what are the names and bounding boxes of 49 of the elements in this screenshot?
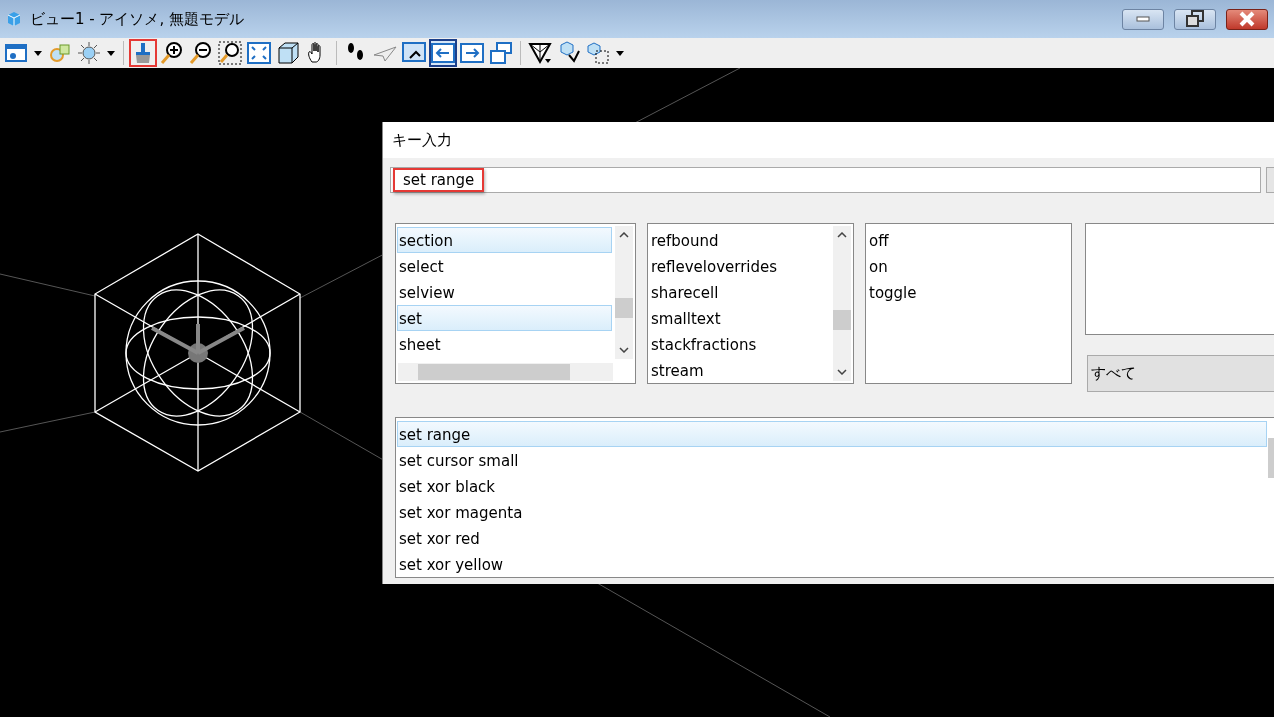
restore-icon [1185,10,1205,28]
scrollbar[interactable] [398,363,613,381]
list-item[interactable]: set xor red [397,525,1267,551]
scrollbar[interactable] [615,226,633,359]
scrollbar[interactable] [833,226,851,381]
list-item[interactable]: set range [397,421,1267,447]
list-item[interactable]: sharecell [649,279,833,305]
cube-icon [6,11,22,27]
list-item[interactable]: stackfractions [649,331,833,357]
list-item[interactable]: smalltext [649,305,833,331]
list-item[interactable]: toggle [867,279,1067,305]
chevron-up-icon[interactable] [837,232,847,238]
list-item[interactable]: set xor magenta [397,499,1267,525]
list-item[interactable]: on [867,253,1067,279]
fit-view-icon[interactable] [245,39,273,67]
list-item[interactable]: refleveloverrides [649,253,833,279]
restore-button[interactable] [1174,8,1216,30]
list-item[interactable]: selview [397,279,612,305]
close-icon [1238,11,1256,27]
previous-view-icon[interactable] [429,39,457,67]
list-item[interactable]: set xor yellow [397,551,1267,577]
list-item[interactable]: section [397,227,612,253]
dialog-title: キー入力 [383,122,1274,158]
light-icon[interactable] [75,39,103,67]
list-item[interactable]: set [397,305,612,331]
list-item[interactable]: sheet [397,331,612,357]
close-button[interactable] [1226,8,1268,30]
input-value: set range [393,168,485,192]
scrollbar[interactable] [1268,438,1274,478]
chevron-down-icon[interactable] [837,369,847,375]
list-item[interactable]: refbound [649,227,833,253]
scrollbar-thumb[interactable] [418,364,570,380]
filter-dropdown[interactable]: すべて [1087,355,1274,392]
list-item[interactable]: stream [649,357,833,383]
minimize-button[interactable] [1122,8,1164,30]
list-item[interactable]: off [867,227,1067,253]
scrollbar-thumb[interactable] [833,310,851,330]
chevron-down-icon[interactable] [619,347,629,353]
zoom-area-icon[interactable] [216,39,244,67]
list-item[interactable]: select [397,253,612,279]
scrollbar-thumb[interactable] [615,298,633,318]
list-item[interactable]: set cursor small [397,447,1267,473]
minimize-icon [1135,15,1151,23]
chevron-up-icon[interactable] [619,232,629,238]
key-in-field[interactable]: set range [390,167,1261,193]
list-item[interactable]: set xor black [397,473,1267,499]
copy-view-icon[interactable] [487,39,515,67]
brush-icon[interactable] [129,39,157,67]
window-title: ビュー1 - アイソメ, 無題モデル [30,9,245,29]
